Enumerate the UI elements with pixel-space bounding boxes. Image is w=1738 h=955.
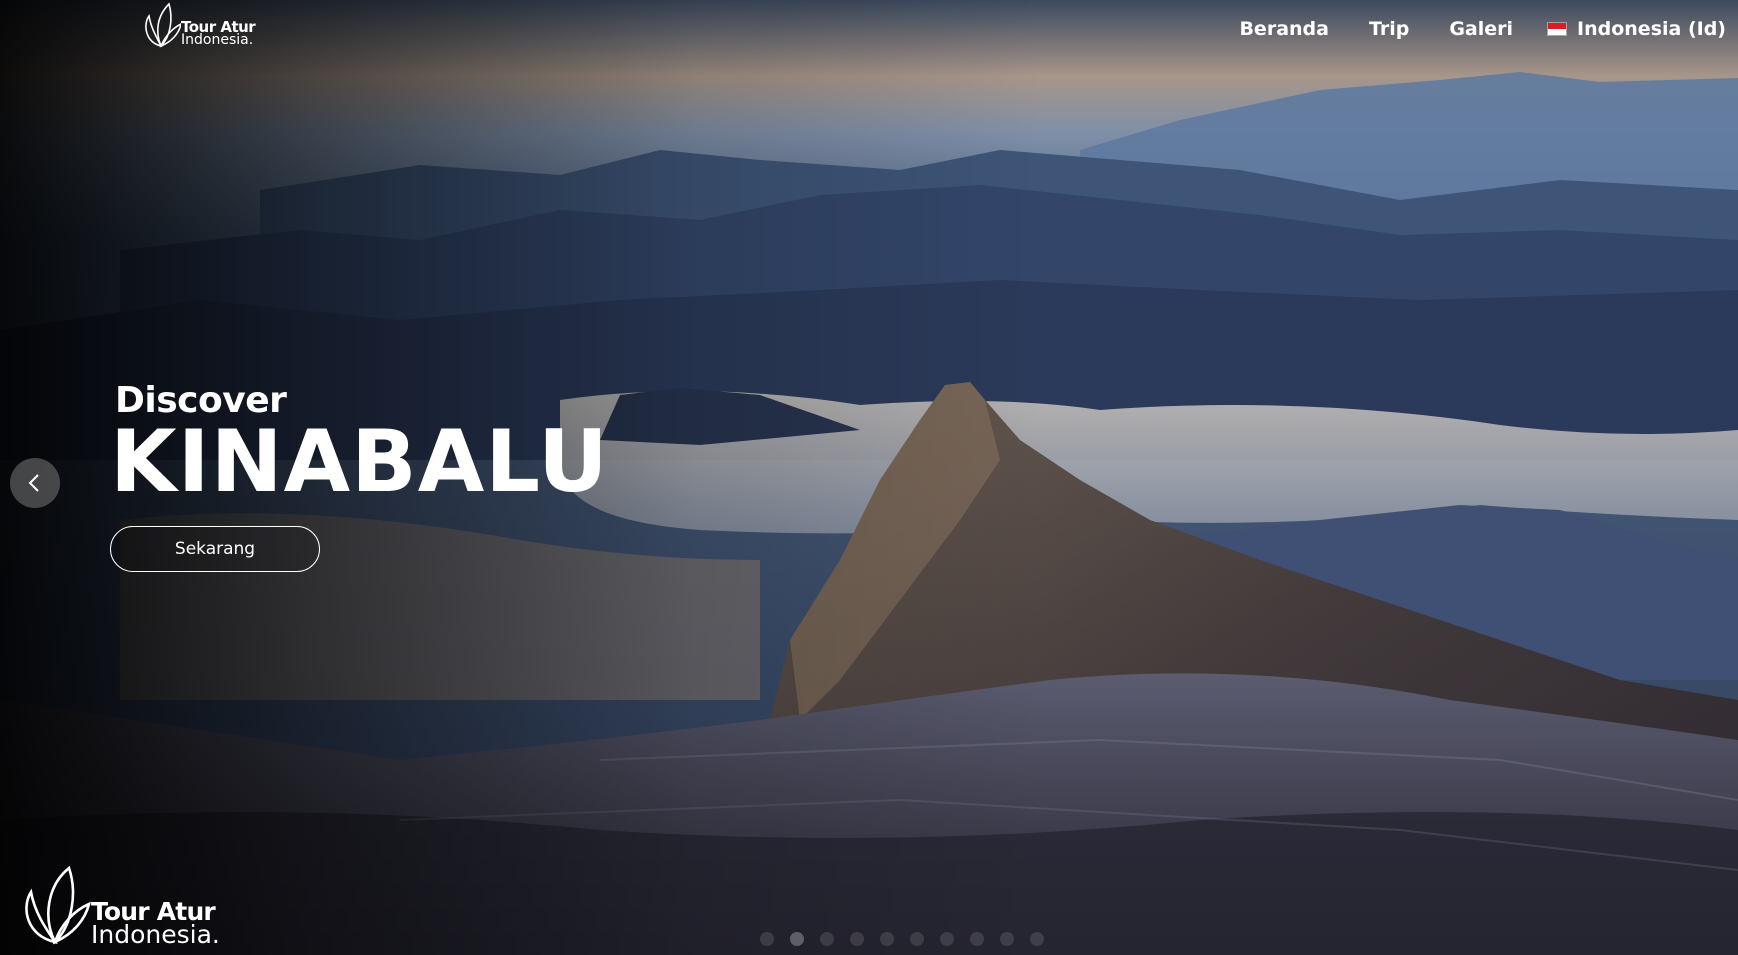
chevron-left-icon <box>28 474 39 492</box>
footer-brand-logo[interactable]: Tour Atur Indonesia. <box>19 864 239 954</box>
slider-prev-button[interactable] <box>10 458 60 508</box>
hero-content: Discover KINABALU Sekarang <box>110 380 609 572</box>
slider-pagination <box>760 932 1060 946</box>
nav-item-galeri[interactable]: Galeri <box>1449 18 1513 40</box>
cta-sekarang-button[interactable]: Sekarang <box>110 526 320 572</box>
indonesia-flag-icon <box>1547 22 1568 36</box>
nav-item-beranda[interactable]: Beranda <box>1239 18 1329 40</box>
main-nav: Beranda Trip Galeri Indonesia (Id) <box>1199 14 1738 44</box>
slider-dot[interactable] <box>940 932 954 946</box>
slider-dot[interactable] <box>820 932 834 946</box>
language-selector[interactable]: Indonesia (Id) <box>1547 18 1726 40</box>
page: Tour Atur Indonesia. Beranda Trip Galeri… <box>0 0 1738 955</box>
brand-logo[interactable]: Tour Atur Indonesia. <box>141 2 261 50</box>
slider-dot[interactable] <box>850 932 864 946</box>
slider-dot[interactable] <box>880 932 894 946</box>
leaf-logo-icon <box>145 2 181 48</box>
footer-brand-line2: Indonesia. <box>91 920 220 949</box>
slider-dot[interactable] <box>790 932 804 946</box>
slider-dot[interactable] <box>1000 932 1014 946</box>
top-navigation-bar: Tour Atur Indonesia. Beranda Trip Galeri… <box>0 0 1738 60</box>
hero-headline: KINABALU <box>110 412 609 512</box>
leaf-logo-icon <box>25 865 91 945</box>
brand-name-line2: Indonesia. <box>181 32 254 48</box>
slider-dot[interactable] <box>760 932 774 946</box>
slider-dot[interactable] <box>910 932 924 946</box>
nav-item-trip[interactable]: Trip <box>1369 18 1409 40</box>
language-label: Indonesia (Id) <box>1577 18 1726 40</box>
slider-dot[interactable] <box>1030 932 1044 946</box>
slider-dot[interactable] <box>970 932 984 946</box>
